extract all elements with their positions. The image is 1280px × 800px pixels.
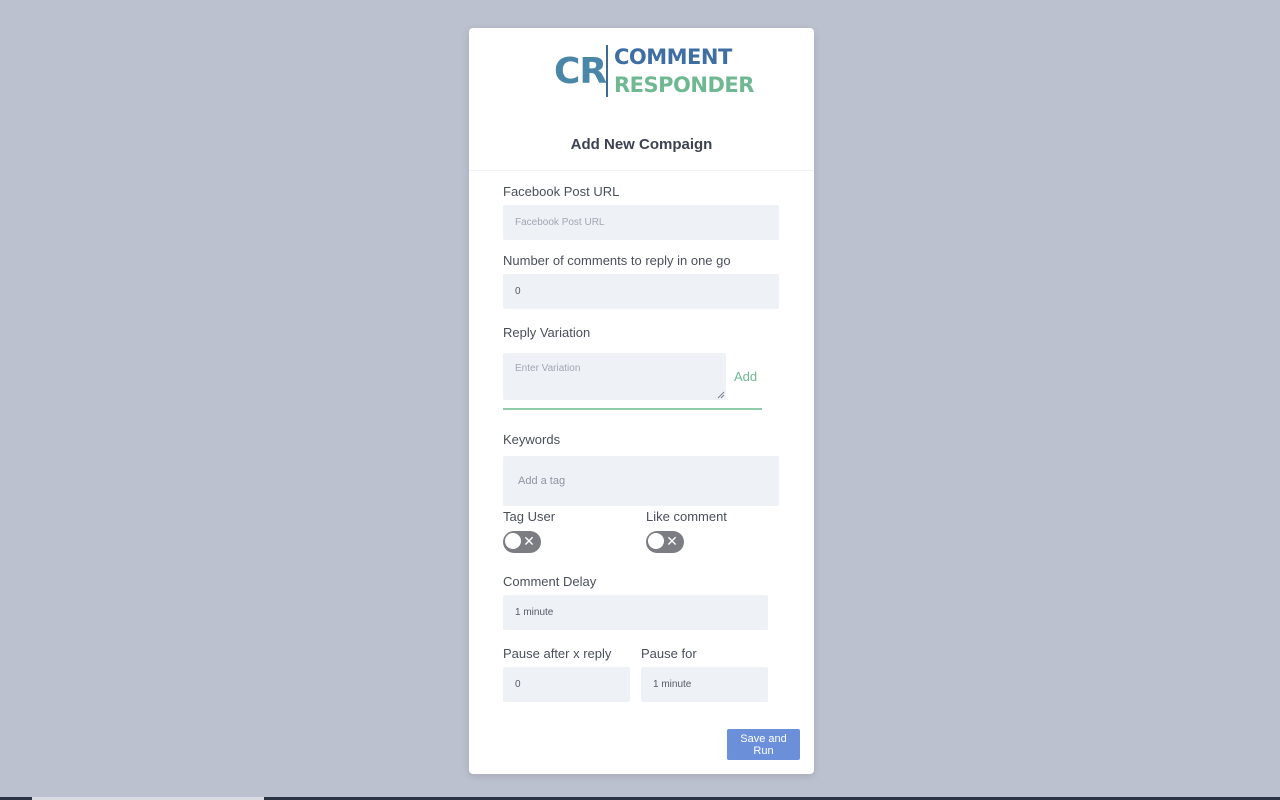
campaign-card: CR COMMENT RESPONDER Add New Compaign Fa… <box>469 28 814 774</box>
comment-responder-logo: CR COMMENT RESPONDER <box>554 45 754 99</box>
like-comment-toggle[interactable]: ✕ <box>646 531 684 553</box>
toggle-knob <box>647 532 665 550</box>
keywords-placeholder: Add a tag <box>518 475 566 487</box>
header-divider <box>469 170 814 171</box>
pause-for-select[interactable]: 1 minute <box>641 667 768 702</box>
keywords-label: Keywords <box>503 432 561 447</box>
comment-delay-select[interactable]: 1 minute <box>503 595 768 630</box>
x-icon: ✕ <box>523 534 535 550</box>
tag-user-label: Tag User <box>503 509 556 524</box>
comment-delay-label: Comment Delay <box>503 574 597 589</box>
post-url-label: Facebook Post URL <box>503 184 620 199</box>
pause-after-label: Pause after x reply <box>503 646 612 661</box>
resize-handle-icon[interactable] <box>717 391 725 399</box>
logo-line-2: RESPONDER <box>614 73 754 97</box>
page-title: Add New Compaign <box>570 136 713 153</box>
reply-variation-textarea[interactable]: Enter Variation <box>503 353 726 400</box>
pause-for-label: Pause for <box>641 646 697 661</box>
toggle-knob <box>504 532 522 550</box>
save-and-run-button[interactable]: Save and Run <box>727 729 800 760</box>
like-comment-label: Like comment <box>646 509 727 524</box>
tag-user-toggle[interactable]: ✕ <box>503 531 541 553</box>
num-comments-input[interactable]: 0 <box>503 274 779 309</box>
pause-after-input[interactable]: 0 <box>503 667 630 702</box>
reply-variation-label: Reply Variation <box>503 325 591 340</box>
logo-divider <box>606 45 608 97</box>
logo-mark: CR <box>554 51 607 92</box>
keywords-tag-input[interactable]: Add a tag <box>503 456 779 506</box>
variation-underline <box>503 408 762 410</box>
add-variation-button[interactable]: Add <box>734 369 757 384</box>
reply-variation-placeholder: Enter Variation <box>515 363 581 374</box>
x-icon: ✕ <box>666 534 678 550</box>
post-url-input[interactable]: Facebook Post URL <box>503 205 779 240</box>
num-comments-label: Number of comments to reply in one go <box>503 253 731 268</box>
logo-line-1: COMMENT <box>614 45 732 69</box>
